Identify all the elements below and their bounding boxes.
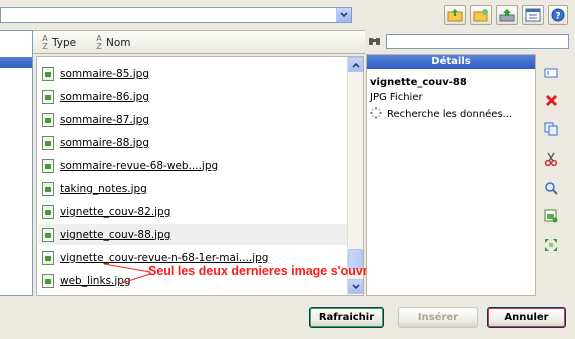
file-name: vignette_couv-revue-n-68-1er-mai....jpg — [60, 251, 269, 264]
folder-up-icon[interactable] — [444, 5, 466, 25]
chevron-down-icon[interactable] — [336, 8, 351, 22]
new-folder-icon[interactable] — [470, 5, 492, 25]
cancel-button[interactable]: Annuler — [487, 307, 566, 328]
folder-tree-panel[interactable] — [0, 30, 33, 296]
scroll-up-icon[interactable] — [348, 57, 363, 72]
file-name: vignette_couv-88.jpg — [60, 228, 171, 241]
upload-icon[interactable] — [496, 5, 518, 25]
file-name: sommaire-85.jpg — [60, 67, 149, 80]
view-mode-icon[interactable] — [522, 5, 544, 25]
sort-icon: AZ — [96, 34, 102, 51]
name-column-header[interactable]: AZ Nom — [94, 34, 131, 51]
type-column-label: Type — [52, 37, 77, 49]
list-item[interactable]: sommaire-88.jpg — [39, 132, 347, 153]
rename-icon[interactable] — [542, 64, 560, 82]
cut-icon[interactable] — [542, 150, 560, 168]
image-file-icon — [42, 158, 54, 173]
file-name: vignette_couv-82.jpg — [60, 205, 171, 218]
details-file-name: vignette_couv-88 — [370, 77, 467, 88]
details-loading: Recherche les données... — [370, 107, 512, 122]
column-header-bar: AZ Type AZ Nom — [33, 30, 365, 54]
folder-tree-header — [0, 57, 32, 68]
svg-text:?: ? — [555, 12, 560, 22]
image-file-icon — [42, 273, 54, 288]
sort-icon: AZ — [42, 34, 48, 51]
details-title: Détails — [367, 55, 535, 69]
spinner-icon — [370, 107, 382, 122]
image-file-icon — [42, 112, 54, 127]
type-column-header[interactable]: AZ Type — [40, 35, 76, 51]
image-file-icon — [42, 66, 54, 81]
list-item[interactable]: vignette_couv-82.jpg — [39, 201, 347, 222]
path-dropdown[interactable] — [0, 7, 352, 23]
details-file-type: JPG Fichier — [370, 92, 423, 103]
file-name: sommaire-88.jpg — [60, 136, 149, 149]
list-item[interactable]: sommaire-87.jpg — [39, 109, 347, 130]
list-item-selected[interactable]: vignette_couv-88.jpg — [39, 224, 347, 245]
name-column-label: Nom — [106, 37, 131, 49]
refresh-button[interactable]: Rafraichir — [309, 307, 384, 328]
binoculars-icon — [368, 35, 381, 49]
list-item[interactable]: sommaire-86.jpg — [39, 86, 347, 107]
list-item[interactable]: taking_notes.jpg — [39, 178, 347, 199]
file-name: taking_notes.jpg — [60, 182, 147, 195]
resize-icon[interactable] — [542, 236, 560, 254]
help-icon[interactable]: ? — [548, 5, 568, 25]
file-name: sommaire-87.jpg — [60, 113, 149, 126]
vertical-scrollbar[interactable] — [347, 57, 363, 295]
image-file-icon — [42, 89, 54, 104]
details-loading-text: Recherche les données... — [387, 109, 513, 120]
search-input[interactable] — [386, 34, 569, 49]
zoom-icon[interactable] — [542, 179, 560, 197]
file-name: sommaire-86.jpg — [60, 90, 149, 103]
image-file-icon — [42, 204, 54, 219]
copy-icon[interactable] — [542, 120, 560, 138]
details-panel: Détails vignette_couv-88 JPG Fichier Rec… — [366, 54, 536, 296]
insert-image-icon[interactable] — [542, 207, 560, 225]
list-item[interactable]: sommaire-85.jpg — [39, 63, 347, 84]
image-file-icon — [42, 250, 54, 265]
delete-icon[interactable] — [542, 91, 560, 109]
file-name: sommaire-revue-68-web....jpg — [60, 159, 219, 172]
annotation-arrows — [103, 263, 151, 284]
scroll-down-icon[interactable] — [348, 279, 363, 294]
image-file-icon — [42, 227, 54, 242]
list-item[interactable]: sommaire-revue-68-web....jpg — [39, 155, 347, 176]
file-list[interactable]: sommaire-85.jpg sommaire-86.jpg sommaire… — [36, 56, 364, 296]
annotation-text: Seul les deux dernieres image s'ouvrent — [148, 264, 387, 278]
insert-button[interactable]: Insérer — [398, 307, 478, 328]
image-file-icon — [42, 135, 54, 150]
image-file-icon — [42, 181, 54, 196]
